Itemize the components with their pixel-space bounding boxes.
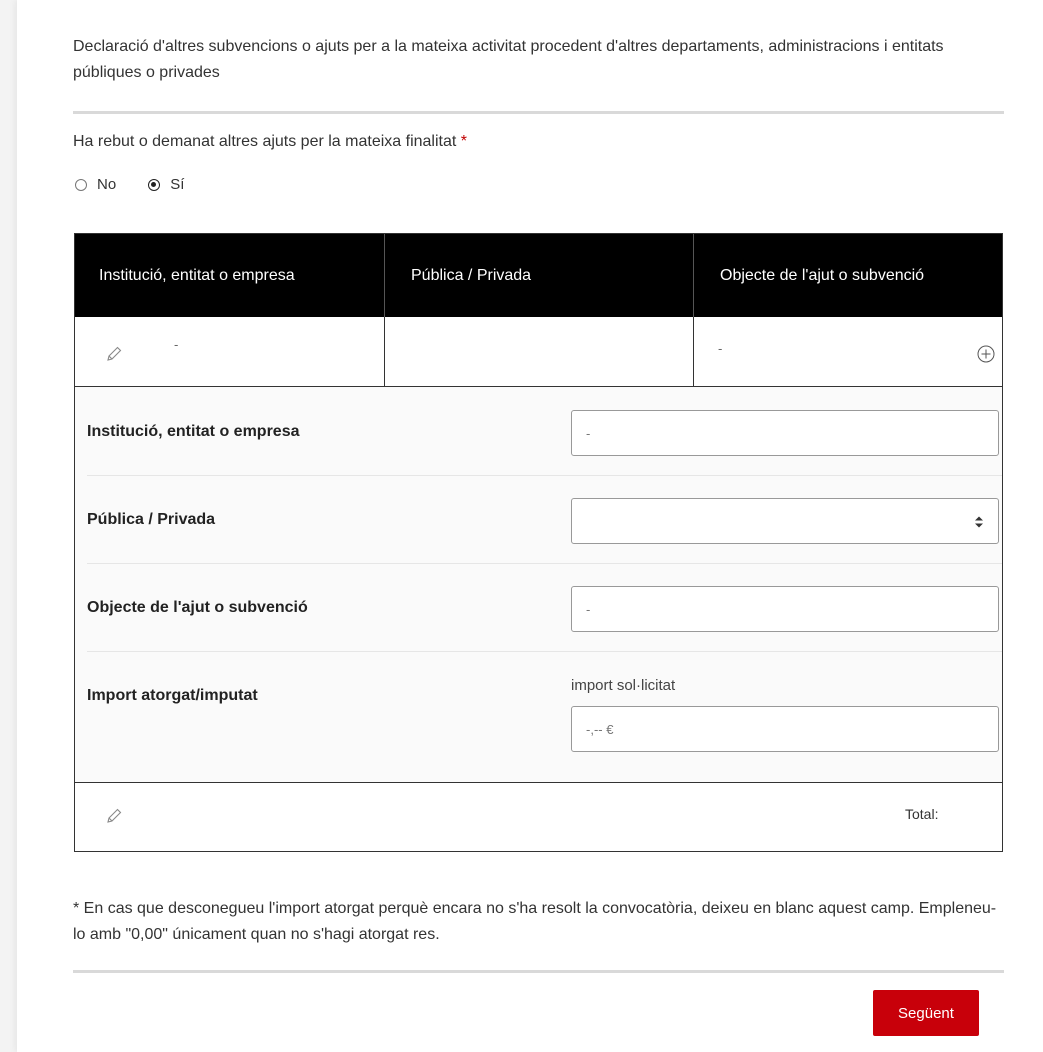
radio-yes[interactable]: Sí	[148, 176, 184, 193]
header-public-private: Pública / Privada	[411, 266, 532, 284]
plus-circle-icon[interactable]	[977, 345, 995, 363]
object-input[interactable]: -	[571, 586, 999, 632]
row-divider	[693, 317, 694, 387]
radio-yes-label: Sí	[170, 176, 185, 193]
radio-group: No Sí	[75, 176, 216, 193]
public-private-select[interactable]	[571, 498, 999, 544]
amount-input[interactable]: -,-- €	[571, 706, 999, 752]
table-header: Institució, entitat o empresa Pública / …	[75, 234, 1002, 317]
header-divider	[384, 234, 385, 317]
field-type: Pública / Privada	[87, 475, 1002, 564]
table-total-row: Total:	[75, 782, 1002, 851]
total-label: Total:	[905, 806, 939, 822]
header-object: Objecte de l'ajut o subvenció	[720, 267, 925, 284]
field-amount-label: Import atorgat/imputat	[87, 687, 258, 704]
field-object-label: Objecte de l'ajut o subvenció	[87, 599, 308, 616]
required-mark: *	[460, 133, 467, 150]
header-institution: Institució, entitat o empresa	[99, 266, 295, 284]
field-institution: Institució, entitat o empresa -	[87, 387, 1002, 476]
next-button[interactable]: Següent	[873, 990, 979, 1036]
pencil-icon[interactable]	[105, 807, 123, 825]
divider-top	[73, 111, 1004, 114]
question-label: Ha rebut o demanat altres ajuts per la m…	[73, 133, 467, 151]
radio-yes-circle[interactable]	[148, 178, 161, 191]
pencil-icon[interactable]	[105, 345, 123, 363]
header-divider	[693, 234, 694, 317]
institution-input[interactable]: -	[571, 410, 999, 456]
field-type-label: Pública / Privada	[87, 511, 216, 528]
radio-no-circle[interactable]	[75, 178, 87, 191]
field-amount: Import atorgat/imputat import sol·licita…	[87, 651, 1002, 781]
cell-institution: -	[174, 337, 179, 352]
field-object: Objecte de l'ajut o subvenció -	[87, 563, 1002, 652]
cell-object: -	[718, 341, 723, 356]
section-intro: Declaració d'altres subvencions o ajuts …	[73, 38, 944, 81]
radio-no-label: No	[97, 176, 117, 193]
table-row[interactable]: - -	[75, 317, 1002, 387]
footnote: * En cas que desconegueu l'import atorga…	[73, 900, 997, 943]
question-text: Ha rebut o demanat altres ajuts per la m…	[73, 133, 457, 150]
sort-arrows-icon	[975, 516, 983, 528]
divider-bottom	[73, 970, 1004, 973]
field-institution-label: Institució, entitat o empresa	[87, 423, 300, 440]
row-divider	[384, 317, 385, 387]
detail-form: Institució, entitat o empresa - Pública …	[75, 387, 1002, 782]
amount-sublabel: import sol·licitat	[571, 677, 676, 694]
radio-no[interactable]: No	[75, 176, 116, 193]
aids-table: Institució, entitat o empresa Pública / …	[74, 233, 1003, 852]
